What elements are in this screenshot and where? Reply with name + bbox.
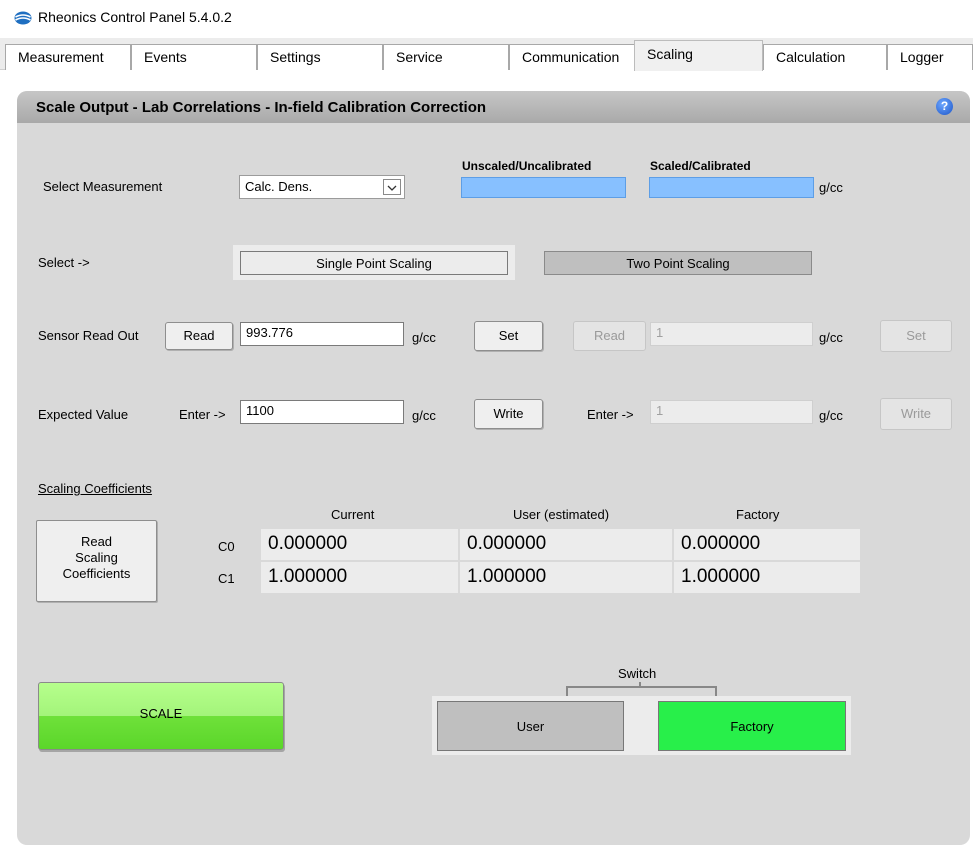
coeff-header-user: User (estimated) <box>513 507 610 522</box>
coeff-c0-current: 0.000000 <box>261 529 458 560</box>
sensor-set-button-2[interactable]: Set <box>880 320 952 352</box>
sensor-set-button[interactable]: Set <box>474 321 543 351</box>
tab-settings[interactable]: Settings <box>257 44 383 70</box>
two-point-scaling-button[interactable]: Two Point Scaling <box>544 251 812 275</box>
measurement-select-value: Calc. Dens. <box>245 179 313 194</box>
expected-write-button-2[interactable]: Write <box>880 398 952 430</box>
scale-button[interactable]: SCALE <box>38 682 284 750</box>
coeff-c0-factory: 0.000000 <box>674 529 860 560</box>
sensor-readout-label: Sensor Read Out <box>38 328 139 343</box>
read-scaling-coefficients-button[interactable]: Read Scaling Coefficients <box>36 520 157 602</box>
sensor-value-input[interactable]: 993.776 <box>240 322 404 346</box>
scaled-value-field <box>649 177 814 198</box>
coeff-c0-user: 0.000000 <box>460 529 672 560</box>
tab-calculation[interactable]: Calculation <box>763 44 887 70</box>
tab-service[interactable]: Service <box>383 44 509 70</box>
measurement-unit: g/cc <box>819 180 843 195</box>
expected-value-input[interactable]: 1100 <box>240 400 404 424</box>
coeff-row-name-c1: C1 <box>218 571 235 586</box>
tab-logger[interactable]: Logger <box>887 44 973 70</box>
tab-scaling[interactable]: Scaling <box>634 40 763 71</box>
switch-label: Switch <box>618 666 657 681</box>
coeff-c1-factory: 1.000000 <box>674 562 860 593</box>
select-mode-label: Select -> <box>38 255 90 270</box>
switch-bracket-stem <box>639 682 641 688</box>
sensor-read-button-2[interactable]: Read <box>573 321 646 351</box>
help-icon[interactable]: ? <box>936 98 953 115</box>
coeff-c1-user: 1.000000 <box>460 562 672 593</box>
tab-communication[interactable]: Communication <box>509 44 635 70</box>
sensor-read-button[interactable]: Read <box>165 322 233 350</box>
coeff-header-current: Current <box>331 507 375 522</box>
unscaled-value-field <box>461 177 626 198</box>
expected-unit-2: g/cc <box>819 408 843 423</box>
expected-write-button[interactable]: Write <box>474 399 543 429</box>
select-measurement-label: Select Measurement <box>43 179 163 194</box>
scaling-coefficients-title: Scaling Coefficients <box>38 481 152 496</box>
coeff-header-factory: Factory <box>736 507 780 522</box>
panel-title: Scale Output - Lab Correlations - In-fie… <box>36 99 487 116</box>
expected-enter-label: Enter -> <box>179 407 226 422</box>
measurement-select[interactable]: Calc. Dens. <box>239 175 405 199</box>
tab-measurement[interactable]: Measurement <box>5 44 131 70</box>
chevron-down-icon[interactable] <box>383 179 401 195</box>
expected-value-input-2[interactable]: 1 <box>650 400 813 424</box>
single-point-scaling-button[interactable]: Single Point Scaling <box>240 251 508 275</box>
rheonics-logo-icon <box>14 11 32 25</box>
coeff-row-name-c0: C0 <box>218 539 235 554</box>
expected-unit: g/cc <box>412 408 436 423</box>
sensor-unit-2: g/cc <box>819 330 843 345</box>
sensor-value-input-2[interactable]: 1 <box>650 322 813 346</box>
switch-bracket <box>566 686 717 696</box>
coeff-c1-current: 1.000000 <box>261 562 458 593</box>
user-switch-button[interactable]: User <box>437 701 624 751</box>
unscaled-label: Unscaled/Uncalibrated <box>462 159 592 173</box>
tab-events[interactable]: Events <box>131 44 257 70</box>
scaled-label: Scaled/Calibrated <box>650 159 751 173</box>
expected-enter-label-2: Enter -> <box>587 407 634 422</box>
expected-value-label: Expected Value <box>38 407 129 422</box>
window-title: Rheonics Control Panel 5.4.0.2 <box>38 9 232 25</box>
sensor-unit: g/cc <box>412 330 436 345</box>
factory-switch-button[interactable]: Factory <box>658 701 846 751</box>
